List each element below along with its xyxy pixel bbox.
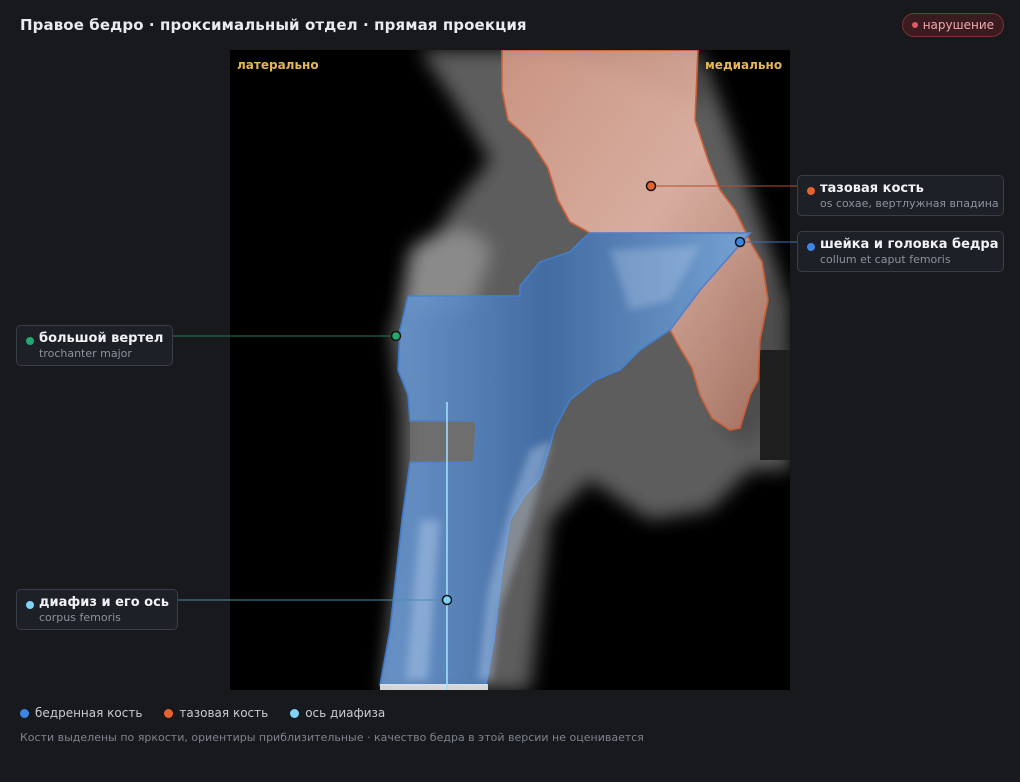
label-card-latin: collum et caput femoris: [820, 253, 951, 266]
orientation-medial: медиально: [705, 58, 783, 72]
status-badge-label: нарушение: [922, 18, 994, 32]
legend-dot-icon: [290, 708, 300, 718]
label-card-name: тазовая кость: [820, 181, 924, 196]
label-card-latin: trochanter major: [39, 347, 132, 360]
pelvis-color-dot: [807, 187, 815, 195]
label-card-latin: os coxae, вертлужная впадина: [820, 197, 999, 210]
footnote: Кости выделены по яркости, ориентиры при…: [20, 731, 644, 744]
legend-label: бедренная кость: [35, 706, 143, 720]
legend: бедренная кость тазовая кость ось диафиз…: [20, 706, 385, 720]
label-card-trochanter[interactable]: большой вертел trochanter major: [16, 325, 173, 366]
page-title: Правое бедро · проксимальный отдел · пря…: [20, 16, 527, 34]
label-card-shaft[interactable]: диафиз и его ось corpus femoris: [16, 589, 178, 630]
legend-dot-icon: [164, 708, 174, 718]
label-card-latin: corpus femoris: [39, 611, 121, 624]
shaft-color-dot: [26, 601, 34, 609]
neck-color-dot: [807, 243, 815, 251]
legend-item-pelvis: тазовая кость: [164, 706, 268, 720]
legend-label: тазовая кость: [179, 706, 269, 720]
legend-item-femur: бедренная кость: [20, 706, 142, 720]
xray-canvas: [230, 50, 790, 690]
label-card-name: шейка и головка бедра: [820, 237, 999, 252]
legend-label: ось диафиза: [305, 706, 386, 720]
legend-dot-icon: [20, 708, 29, 718]
label-card-pelvis[interactable]: тазовая кость os coxae, вертлужная впади…: [797, 175, 1004, 216]
orientation-lateral: латерально: [237, 58, 319, 72]
alert-dot-icon: [911, 22, 918, 28]
status-badge: нарушение: [901, 13, 1004, 37]
trochanter-color-dot: [26, 337, 34, 345]
legend-item-axis: ось диафиза: [290, 706, 385, 720]
xray-image[interactable]: [230, 50, 790, 690]
label-card-neck[interactable]: шейка и головка бедра collum et caput fe…: [797, 231, 1004, 272]
label-card-name: диафиз и его ось: [39, 595, 170, 610]
label-card-name: большой вертел: [39, 331, 164, 346]
